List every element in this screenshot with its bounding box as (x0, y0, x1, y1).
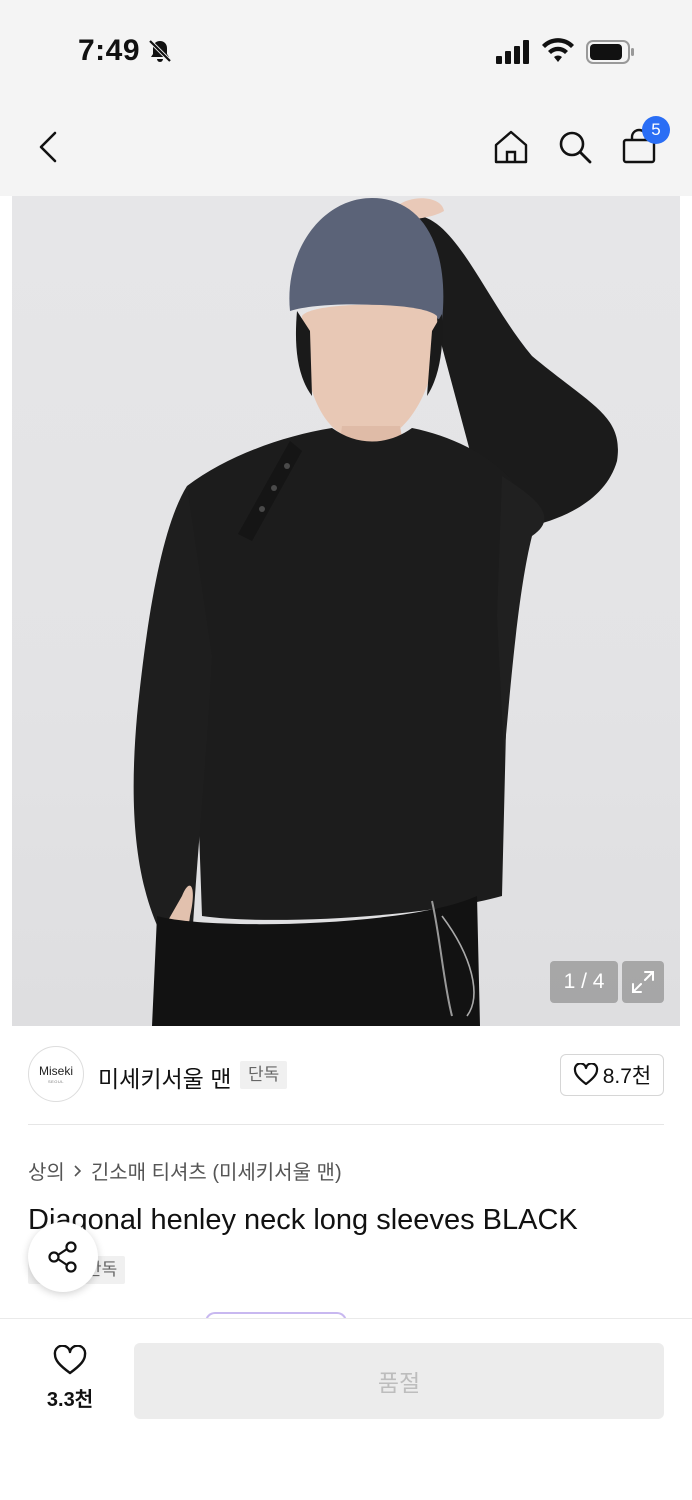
cart-button[interactable]: 5 (618, 116, 670, 168)
cart-count-badge: 5 (642, 116, 670, 144)
back-chevron-icon (39, 131, 57, 163)
wishlist-count: 3.3천 (46, 1389, 94, 1411)
bottom-action-bar: 3.3천 품절 (0, 1318, 692, 1500)
search-icon (559, 131, 592, 164)
chevron-right-icon (74, 1164, 81, 1177)
home-icon (494, 130, 528, 164)
top-nav: 5 (0, 96, 692, 196)
product-image[interactable]: 1 / 4 (12, 196, 680, 1026)
product-title: Diagonal henley neck long sleeves BLACK (28, 1204, 578, 1236)
image-counter: 1 / 4 (550, 961, 618, 1003)
brand-logo[interactable]: Miseki SEOUL (28, 1046, 84, 1102)
brand-logo-subtext: SEOUL (47, 1079, 65, 1084)
brand-row[interactable]: Miseki SEOUL 미세키서울 맨 단독 8.7천 (0, 1026, 692, 1126)
brand-logo-text: Miseki (38, 1064, 73, 1078)
status-bar: 7:49 (0, 0, 692, 96)
heart-icon (53, 1345, 87, 1375)
divider (28, 1124, 664, 1125)
bell-off-icon (148, 39, 172, 63)
heart-icon (573, 1063, 598, 1086)
share-icon (48, 1241, 77, 1273)
status-time: 7:49 (78, 34, 141, 67)
product-photo (133, 198, 618, 1026)
battery-icon (586, 40, 634, 64)
back-button[interactable] (28, 126, 70, 168)
signal-icon (496, 40, 529, 64)
share-button[interactable] (28, 1222, 98, 1292)
brand-like-count: 8.7천 (602, 1065, 652, 1088)
expand-icon (632, 971, 654, 993)
search-button[interactable] (554, 126, 596, 168)
wifi-icon (542, 38, 574, 62)
expand-button[interactable] (622, 961, 664, 1003)
breadcrumb-subcategory[interactable]: 긴소매 티셔츠 (미세키서울 맨) (91, 1156, 342, 1185)
wishlist-button[interactable]: 3.3천 (30, 1345, 110, 1415)
home-button[interactable] (490, 126, 532, 168)
brand-like-button[interactable]: 8.7천 (560, 1054, 664, 1096)
breadcrumb: 상의 긴소매 티셔츠 (미세키서울 맨) (28, 1156, 342, 1185)
sold-out-button[interactable]: 품절 (134, 1343, 664, 1419)
brand-name[interactable]: 미세키서울 맨 (98, 1060, 231, 1094)
exclusive-badge: 단독 (240, 1061, 288, 1089)
breadcrumb-category[interactable]: 상의 (28, 1156, 65, 1185)
